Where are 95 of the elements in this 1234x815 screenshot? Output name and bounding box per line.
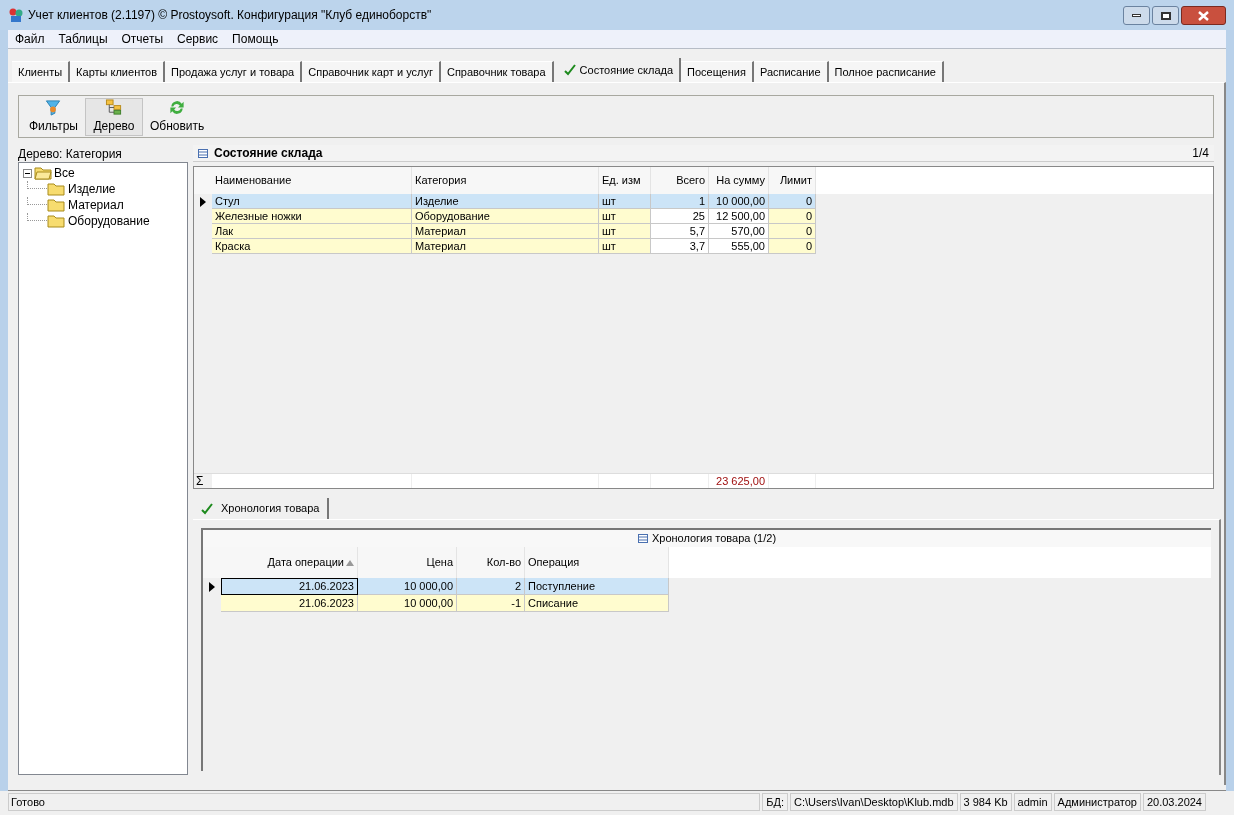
table-cell: 10 000,00 [358, 578, 457, 595]
table-icon [637, 534, 648, 543]
table-cell: Железные ножки [212, 209, 412, 224]
table-cell: шт [599, 194, 651, 209]
close-button[interactable] [1181, 6, 1226, 25]
grid-title: Состояние склада [214, 145, 323, 162]
table-cell: шт [599, 224, 651, 239]
table-cell: 3,7 [651, 239, 709, 254]
table-cell: 555,00 [709, 239, 769, 254]
menu-item[interactable]: Помощь [232, 30, 279, 48]
table-cell: Лак [212, 224, 412, 239]
funnel-icon [44, 98, 63, 116]
table-cell: Оборудование [412, 209, 599, 224]
table-cell: 0 [769, 194, 816, 209]
column-header[interactable]: Лимит [769, 167, 816, 194]
menu-item[interactable]: Отчеты [121, 30, 163, 48]
checkmark-icon [563, 64, 576, 76]
window-title: Учет клиентов (2.1197) © Prostoysoft. Конфигурация "Клуб единоборств" [28, 7, 432, 24]
tab[interactable]: Справочник товара [440, 61, 554, 82]
folder-icon [47, 198, 65, 212]
maximize-button[interactable] [1152, 6, 1179, 25]
menu-item[interactable]: Файл [15, 30, 45, 48]
row-pointer-icon [209, 581, 215, 592]
toolbar-button[interactable]: Фильтры [24, 97, 83, 136]
status-message: Готово [8, 793, 761, 811]
folder-icon [47, 182, 65, 196]
open-folder-icon [34, 166, 52, 180]
minimize-button[interactable] [1123, 6, 1150, 25]
tab[interactable]: Посещения [681, 61, 754, 82]
table-cell: 0 [769, 239, 816, 254]
table-cell: -1 [457, 595, 525, 612]
table-cell: Краска [212, 239, 412, 254]
table-cell: Поступление [525, 578, 669, 595]
table-cell: Материал [412, 239, 599, 254]
refresh-icon [168, 98, 187, 116]
column-header[interactable]: Кол-во [457, 547, 525, 578]
folder-icon [47, 214, 65, 228]
tab[interactable]: Продажа услуг и товара [165, 61, 303, 82]
table-cell: 21.06.2023 [221, 595, 358, 612]
table-cell: 0 [769, 224, 816, 239]
table-cell: Материал [412, 224, 599, 239]
tree-item[interactable]: Материал [68, 196, 124, 214]
table-cell: 2 [457, 578, 525, 595]
status-label: БД: [762, 793, 788, 811]
total-value: 23 625,00 [716, 475, 765, 487]
table-cell: 570,00 [709, 224, 769, 239]
table-cell: 10 000,00 [358, 595, 457, 612]
column-header[interactable]: Категория [412, 167, 599, 194]
toolbar-button[interactable]: Обновить [144, 97, 210, 136]
column-header[interactable]: Наименование [212, 167, 412, 194]
tab[interactable]: Справочник карт и услуг [302, 61, 441, 82]
tab[interactable]: Полное расписание [828, 61, 944, 82]
table-cell: Стул [212, 194, 412, 209]
table-cell: Изделие [412, 194, 599, 209]
table-icon [198, 148, 208, 158]
menu-item[interactable]: Таблицы [58, 30, 108, 48]
tree-item[interactable]: Все [54, 164, 75, 182]
table-cell: шт [599, 239, 651, 254]
tree-item[interactable]: Оборудование [68, 212, 150, 230]
sum-symbol: Σ [194, 474, 212, 488]
tree-item[interactable]: Изделие [68, 180, 116, 198]
table-cell: 0 [769, 209, 816, 224]
status-field: C:\Users\Ivan\Desktop\Klub.mdb [789, 793, 958, 811]
tree-icon [104, 98, 123, 116]
status-field: 20.03.2024 [1142, 793, 1206, 811]
tab[interactable]: Расписание [753, 61, 829, 82]
status-field: admin [1013, 793, 1052, 811]
grid-title: Хронология товара (1/2) [651, 531, 777, 547]
tab[interactable]: Клиенты [12, 61, 71, 82]
app-icon [8, 7, 24, 23]
table-cell: Списание [525, 595, 669, 612]
column-header[interactable]: На сумму [709, 167, 769, 194]
status-field: Администратор [1053, 793, 1141, 811]
table-cell: шт [599, 209, 651, 224]
table-cell: 1 [651, 194, 709, 209]
column-header[interactable]: Всего [651, 167, 709, 194]
tab[interactable]: Карты клиентов [70, 61, 166, 82]
close-icon [1198, 10, 1209, 21]
column-header[interactable]: Цена [358, 547, 457, 578]
record-counter: 1/4 [1192, 145, 1209, 162]
column-header[interactable]: Ед. изм [599, 167, 651, 194]
menu-item[interactable]: Сервис [177, 30, 219, 48]
collapse-toggle[interactable] [23, 168, 32, 178]
table-cell: 12 500,00 [709, 209, 769, 224]
checkmark-icon [201, 502, 213, 515]
column-header[interactable]: Операция [525, 547, 669, 578]
table-cell: 5,7 [651, 224, 709, 239]
status-field: 3 984 Kb [959, 793, 1012, 811]
table-cell: 25 [651, 209, 709, 224]
toolbar-button[interactable]: Дерево [84, 97, 143, 136]
column-header[interactable]: Дата операции [221, 547, 358, 578]
row-pointer-icon [200, 196, 206, 207]
tree-title: Дерево: Категория [18, 146, 123, 162]
table-cell: 10 000,00 [709, 194, 769, 209]
table-cell: 21.06.2023 [221, 578, 358, 595]
